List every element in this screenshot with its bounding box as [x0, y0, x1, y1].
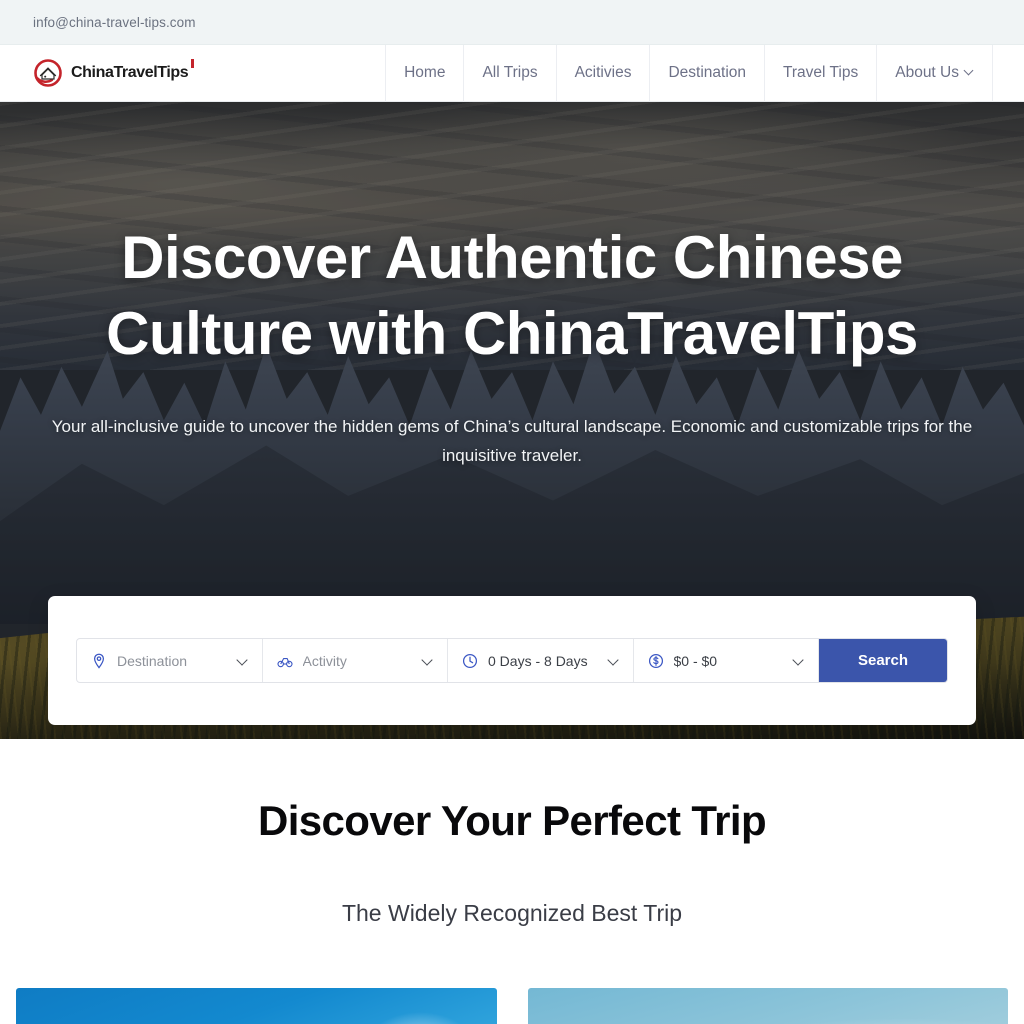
hero-subtitle: Your all-inclusive guide to uncover the … — [51, 417, 973, 465]
price-range-select[interactable]: $0 - $0 — [634, 639, 819, 682]
hero-title-line-2: Culture with ChinaTravelTips — [106, 300, 918, 367]
trip-card-grid — [0, 988, 1024, 1024]
duration-value: 0 Days - 8 Days — [488, 652, 588, 669]
search-button[interactable]: Search — [819, 639, 947, 682]
trip-search-panel: Destination Activity 0 Days - 8 Days $0 … — [48, 596, 976, 725]
nav-item-label: Travel Tips — [783, 64, 859, 81]
trip-card[interactable] — [527, 988, 1008, 1024]
logo-accent-mark — [190, 59, 195, 68]
contact-email[interactable]: info@china-travel-tips.com — [33, 15, 196, 30]
top-bar: info@china-travel-tips.com — [0, 0, 1024, 45]
nav-end-spacer — [992, 44, 1024, 102]
activity-value: Activity — [302, 652, 347, 669]
chevron-down-icon — [238, 656, 248, 666]
hero-title-line-1: Discover Authentic Chinese — [121, 224, 903, 291]
hero-content: Discover Authentic Chinese Culture with … — [0, 102, 1024, 470]
hero-banner: Discover Authentic Chinese Culture with … — [0, 102, 1024, 739]
price-range-value: $0 - $0 — [673, 652, 718, 669]
clock-icon — [462, 653, 478, 669]
trip-card[interactable] — [16, 988, 497, 1024]
nav-item-about-us[interactable]: About Us — [876, 44, 992, 102]
logo-wordmark: ChinaTravelTips — [71, 59, 195, 82]
duration-select[interactable]: 0 Days - 8 Days — [448, 639, 634, 682]
nav-item-all-trips[interactable]: All Trips — [463, 44, 555, 102]
nav-item-acitivies[interactable]: Acitivies — [555, 44, 650, 102]
logo[interactable]: ChinaTravelTips — [0, 58, 195, 88]
chevron-down-icon — [609, 656, 619, 666]
nav-item-label: Destination — [668, 64, 746, 81]
logo-wordmark-text: ChinaTravelTips — [71, 64, 189, 81]
section-title: Discover Your Perfect Trip — [257, 797, 767, 844]
section-subtitle: The Widely Recognized Best Trip — [341, 900, 683, 926]
hero-title: Discover Authentic Chinese Culture with … — [0, 220, 1024, 372]
nav-item-label: Home — [404, 64, 446, 81]
destination-select[interactable]: Destination — [77, 639, 263, 682]
map-pin-icon — [91, 653, 107, 669]
nav-item-label: Acitivies — [574, 64, 632, 81]
main-navigation: Home All Trips Acitivies Destination Tra… — [385, 44, 1024, 102]
destination-value: Destination — [117, 652, 188, 669]
chevron-down-icon — [794, 656, 804, 666]
bicycle-icon — [276, 653, 293, 669]
dollar-circle-icon — [648, 653, 664, 669]
chevron-down-icon — [423, 656, 433, 666]
nav-item-travel-tips[interactable]: Travel Tips — [764, 44, 876, 102]
chinatraveltips-logo-icon — [33, 58, 63, 88]
nav-item-label: All Trips — [482, 64, 538, 81]
activity-select[interactable]: Activity — [263, 639, 448, 682]
nav-item-label: About Us — [895, 64, 959, 81]
trip-search-bar: Destination Activity 0 Days - 8 Days $0 … — [76, 638, 948, 683]
site-header: ChinaTravelTips Home All Trips Acitivies… — [0, 44, 1024, 102]
chevron-down-icon — [965, 67, 974, 76]
nav-item-home[interactable]: Home — [385, 44, 463, 102]
nav-item-destination[interactable]: Destination — [649, 44, 764, 102]
perfect-trip-section: Discover Your Perfect Trip The Widely Re… — [0, 739, 1024, 1024]
